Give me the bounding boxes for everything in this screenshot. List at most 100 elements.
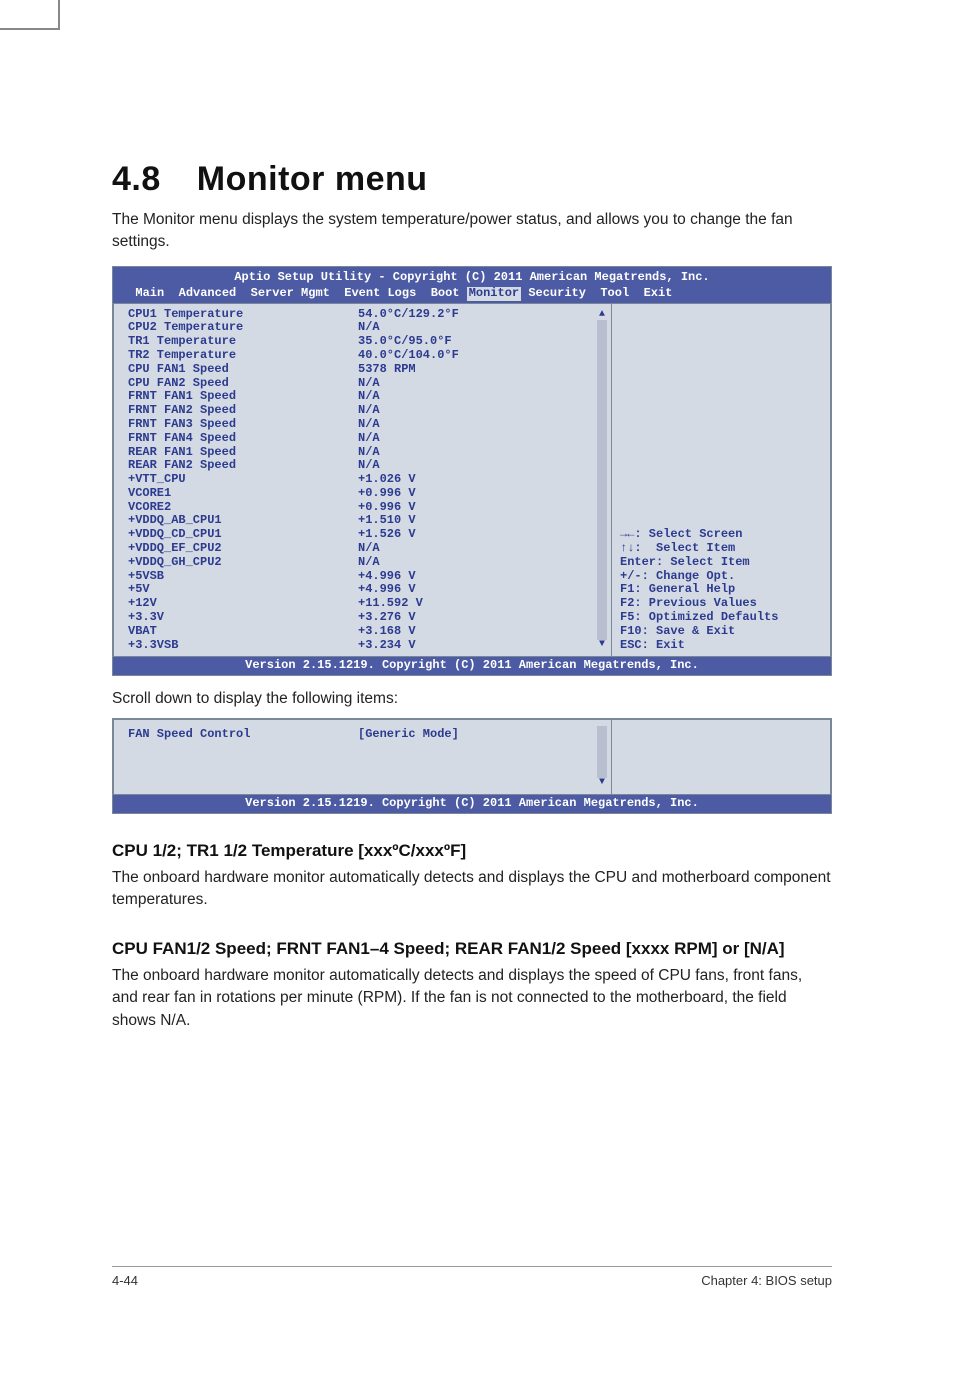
bios-label: +3.3VSB xyxy=(128,639,358,653)
tab-exit[interactable]: Exit xyxy=(644,287,673,301)
tab-tool[interactable]: Tool xyxy=(600,287,629,301)
bios-label: +5V xyxy=(128,583,358,597)
bios-value: +1.026 V xyxy=(358,473,416,487)
bios-row: FRNT FAN3 SpeedN/A xyxy=(128,418,601,432)
bios-row: TR2 Temperature40.0°C/104.0°F xyxy=(128,349,601,363)
bios-label: +5VSB xyxy=(128,570,358,584)
bios-label: FRNT FAN4 Speed xyxy=(128,432,358,446)
tab-monitor[interactable]: Monitor xyxy=(467,287,521,301)
chapter-label: Chapter 4: BIOS setup xyxy=(701,1273,832,1288)
bios-row: +5V+4.996 V xyxy=(128,583,601,597)
crop-mark-horizontal xyxy=(0,28,60,30)
bios-panel-main: Aptio Setup Utility - Copyright (C) 2011… xyxy=(112,266,832,676)
bios-scrollbar[interactable]: ▼ xyxy=(597,726,607,788)
bios-value: 35.0°C/95.0°F xyxy=(358,335,452,349)
bios-row: +3.3VSB+3.234 V xyxy=(128,639,601,653)
bios-label: CPU2 Temperature xyxy=(128,321,358,335)
bios-row: +5VSB+4.996 V xyxy=(128,570,601,584)
help-line: ↑↓: Select Item xyxy=(620,542,822,556)
bios-value: N/A xyxy=(358,418,380,432)
bios-value: +3.276 V xyxy=(358,611,416,625)
bios-value: [Generic Mode] xyxy=(358,728,459,742)
crop-mark-vertical xyxy=(58,0,60,30)
body-text-2: The onboard hardware monitor automatical… xyxy=(112,965,832,1032)
bios-row: VCORE1+0.996 V xyxy=(128,487,601,501)
bios-right-pane: →←: Select Screen ↑↓: Select Item Enter:… xyxy=(611,303,831,658)
scroll-track[interactable] xyxy=(597,320,607,641)
help-line: Enter: Select Item xyxy=(620,556,822,570)
help-line: →←: Select Screen xyxy=(620,528,822,542)
bios-value: N/A xyxy=(358,446,380,460)
help-line: F1: General Help xyxy=(620,583,822,597)
scroll-track[interactable] xyxy=(597,726,607,778)
page-content: 4.8 Monitor menu The Monitor menu displa… xyxy=(112,160,832,1032)
bios-row: +VDDQ_GH_CPU2N/A xyxy=(128,556,601,570)
page-number: 4-44 xyxy=(112,1273,138,1288)
tab-event-logs[interactable]: Event Logs xyxy=(344,287,416,301)
bios-title: Aptio Setup Utility - Copyright (C) 2011… xyxy=(113,269,831,287)
bios-footer: Version 2.15.1219. Copyright (C) 2011 Am… xyxy=(113,657,831,675)
bios-label: REAR FAN2 Speed xyxy=(128,459,358,473)
tab-main[interactable]: Main xyxy=(135,287,164,301)
bios-label: +12V xyxy=(128,597,358,611)
bios-small-left[interactable]: FAN Speed Control [Generic Mode] ▼ xyxy=(113,719,611,795)
bios-body: CPU1 Temperature54.0°C/129.2°F CPU2 Temp… xyxy=(113,303,831,658)
bios-label: +VDDQ_EF_CPU2 xyxy=(128,542,358,556)
bios-row: FAN Speed Control [Generic Mode] xyxy=(128,728,601,742)
intro-text: The Monitor menu displays the system tem… xyxy=(112,209,832,254)
bios-left-pane[interactable]: CPU1 Temperature54.0°C/129.2°F CPU2 Temp… xyxy=(113,303,611,658)
bios-value: +3.168 V xyxy=(358,625,416,639)
bios-value: +1.526 V xyxy=(358,528,416,542)
tab-main[interactable] xyxy=(121,287,135,301)
bios-small-body: FAN Speed Control [Generic Mode] ▼ xyxy=(113,719,831,795)
bios-row: CPU FAN2 SpeedN/A xyxy=(128,377,601,391)
bios-label: TR1 Temperature xyxy=(128,335,358,349)
bios-small-footer: Version 2.15.1219. Copyright (C) 2011 Am… xyxy=(113,795,831,813)
bios-scrollbar[interactable]: ▲ ▼ xyxy=(597,310,607,651)
bios-label: VBAT xyxy=(128,625,358,639)
bios-label: +3.3V xyxy=(128,611,358,625)
scroll-down-icon[interactable]: ▼ xyxy=(597,640,607,650)
bios-value: +4.996 V xyxy=(358,583,416,597)
bios-row: +VDDQ_EF_CPU2N/A xyxy=(128,542,601,556)
tab-security[interactable]: Security xyxy=(528,287,586,301)
tab-boot[interactable]: Boot xyxy=(431,287,460,301)
bios-row: +VDDQ_AB_CPU1+1.510 V xyxy=(128,514,601,528)
bios-value: N/A xyxy=(358,377,380,391)
bios-label: +VTT_CPU xyxy=(128,473,358,487)
bios-value: N/A xyxy=(358,390,380,404)
subhead-1: CPU 1/2; TR1 1/2 Temperature [xxxºC/xxxº… xyxy=(112,840,832,863)
bios-panel-small: FAN Speed Control [Generic Mode] ▼ Versi… xyxy=(112,718,832,814)
help-line: +/-: Change Opt. xyxy=(620,570,822,584)
tab-server-mgmt[interactable]: Server Mgmt xyxy=(251,287,330,301)
bios-row: FRNT FAN1 SpeedN/A xyxy=(128,390,601,404)
bios-value: +11.592 V xyxy=(358,597,423,611)
bios-value: 40.0°C/104.0°F xyxy=(358,349,459,363)
bios-value: +1.510 V xyxy=(358,514,416,528)
bios-value: +0.996 V xyxy=(358,487,416,501)
bios-row: TR1 Temperature35.0°C/95.0°F xyxy=(128,335,601,349)
bios-label: CPU FAN1 Speed xyxy=(128,363,358,377)
bios-row: +VTT_CPU+1.026 V xyxy=(128,473,601,487)
bios-label: FRNT FAN1 Speed xyxy=(128,390,358,404)
bios-row: CPU2 TemperatureN/A xyxy=(128,321,601,335)
bios-label: CPU FAN2 Speed xyxy=(128,377,358,391)
bios-row: FRNT FAN2 SpeedN/A xyxy=(128,404,601,418)
bios-label: FRNT FAN2 Speed xyxy=(128,404,358,418)
scroll-caption: Scroll down to display the following ite… xyxy=(112,690,832,708)
scroll-up-icon[interactable]: ▲ xyxy=(597,310,607,320)
bios-row: REAR FAN1 SpeedN/A xyxy=(128,446,601,460)
section-title: Monitor menu xyxy=(197,160,428,199)
bios-row: FRNT FAN4 SpeedN/A xyxy=(128,432,601,446)
help-line: ESC: Exit xyxy=(620,639,822,653)
bios-value: N/A xyxy=(358,459,380,473)
scroll-down-icon[interactable]: ▼ xyxy=(597,778,607,788)
bios-label: +VDDQ_GH_CPU2 xyxy=(128,556,358,570)
bios-value: 5378 RPM xyxy=(358,363,416,377)
bios-value: N/A xyxy=(358,542,380,556)
bios-value: +4.996 V xyxy=(358,570,416,584)
bios-value: +3.234 V xyxy=(358,639,416,653)
bios-row: VBAT+3.168 V xyxy=(128,625,601,639)
bios-label: VCORE2 xyxy=(128,501,358,515)
tab-advanced[interactable]: Advanced xyxy=(179,287,237,301)
